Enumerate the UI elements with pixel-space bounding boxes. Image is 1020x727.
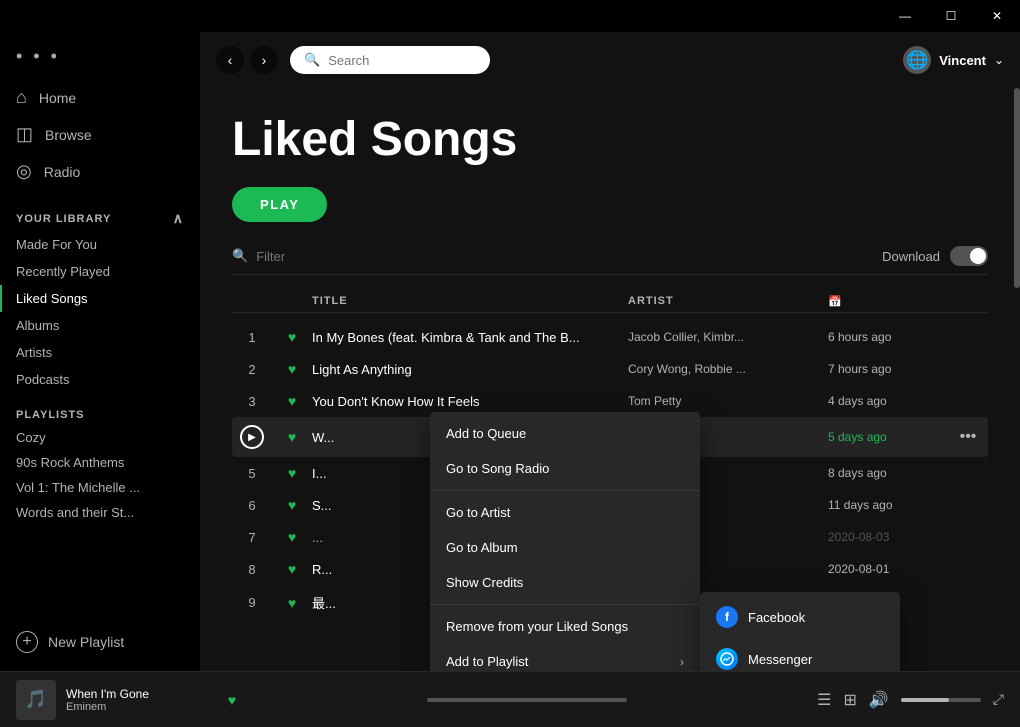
share-facebook[interactable]: f Facebook <box>700 596 900 638</box>
share-submenu: f Facebook Messenger 𝕏 Twitter <box>700 592 900 671</box>
playlists-section: PLAYLISTS Cozy 90s Rock Anthems Vol 1: T… <box>0 393 200 533</box>
close-button[interactable]: ✕ <box>974 0 1020 32</box>
sidebar-nav: ⌂ Home ◫ Browse ◎ Radio <box>0 75 200 194</box>
playlist-vol1[interactable]: Vol 1: The Michelle ... <box>0 475 200 500</box>
sidebar-browse-label: Browse <box>45 127 92 143</box>
context-add-playlist[interactable]: Add to Playlist › <box>430 644 700 671</box>
sidebar: • • • ⌂ Home ◫ Browse ◎ Radio YOUR LIBRA… <box>0 32 200 671</box>
sidebar-item-albums[interactable]: Albums <box>0 312 200 339</box>
maximize-button[interactable]: ☐ <box>928 0 974 32</box>
context-menu: Add to Queue Go to Song Radio Go to Arti… <box>430 412 700 671</box>
library-label: YOUR LIBRARY <box>16 213 111 225</box>
radio-icon: ◎ <box>16 161 32 182</box>
sidebar-item-made-for-you[interactable]: Made For You <box>0 231 200 258</box>
progress-bar[interactable] <box>427 698 627 702</box>
volume-slider[interactable] <box>901 698 981 702</box>
volume-fill <box>901 698 949 702</box>
context-go-artist[interactable]: Go to Artist <box>430 495 700 530</box>
album-art: 🎵 <box>16 680 56 720</box>
context-add-queue[interactable]: Add to Queue <box>430 416 700 451</box>
track-artist: Eminem <box>66 701 218 713</box>
context-divider <box>430 604 700 605</box>
playlists-label: PLAYLISTS <box>0 401 200 425</box>
context-divider <box>430 490 700 491</box>
playlist-words[interactable]: Words and their St... <box>0 500 200 525</box>
bottom-controls: ☰ ⊞ 🔊 ⤢ <box>817 690 1004 710</box>
app-body: • • • ⌂ Home ◫ Browse ◎ Radio YOUR LIBRA… <box>0 32 1020 671</box>
library-collapse-arrow[interactable]: ∧ <box>173 210 184 227</box>
context-remove-liked[interactable]: Remove from your Liked Songs <box>430 609 700 644</box>
context-song-radio[interactable]: Go to Song Radio <box>430 451 700 486</box>
new-playlist-icon: + <box>16 631 38 653</box>
playlist-90s-rock[interactable]: 90s Rock Anthems <box>0 450 200 475</box>
sidebar-item-podcasts[interactable]: Podcasts <box>0 366 200 393</box>
minimize-button[interactable]: — <box>882 0 928 32</box>
share-messenger[interactable]: Messenger <box>700 638 900 671</box>
sidebar-item-browse[interactable]: ◫ Browse <box>0 116 200 153</box>
volume-icon[interactable]: 🔊 <box>869 690 889 710</box>
now-playing: 🎵 When I'm Gone Eminem ♥ <box>16 680 236 720</box>
sidebar-radio-label: Radio <box>44 164 81 180</box>
home-icon: ⌂ <box>16 87 27 108</box>
playback-controls <box>248 698 805 702</box>
submenu-arrow-icon: › <box>680 655 684 669</box>
browse-icon: ◫ <box>16 124 33 145</box>
sidebar-home-label: Home <box>39 90 76 106</box>
menu-dots[interactable]: • • • <box>0 32 200 75</box>
new-playlist-label: New Playlist <box>48 634 124 650</box>
sidebar-item-radio[interactable]: ◎ Radio <box>0 153 200 190</box>
bottom-bar: 🎵 When I'm Gone Eminem ♥ ☰ ⊞ 🔊 ⤢ <box>0 671 1020 727</box>
sidebar-item-home[interactable]: ⌂ Home <box>0 79 200 116</box>
track-info: When I'm Gone Eminem <box>66 687 218 713</box>
now-playing-heart-icon[interactable]: ♥ <box>228 692 236 708</box>
sidebar-item-recently-played[interactable]: Recently Played <box>0 258 200 285</box>
library-section-header: YOUR LIBRARY ∧ <box>0 194 200 231</box>
devices-icon[interactable]: ⊞ <box>843 690 856 710</box>
track-name: When I'm Gone <box>66 687 218 701</box>
sidebar-item-artists[interactable]: Artists <box>0 339 200 366</box>
title-bar: — ☐ ✕ <box>0 0 1020 32</box>
messenger-icon <box>716 648 738 670</box>
context-go-album[interactable]: Go to Album <box>430 530 700 565</box>
facebook-icon: f <box>716 606 738 628</box>
queue-icon[interactable]: ☰ <box>817 690 831 710</box>
new-playlist-button[interactable]: + New Playlist <box>0 621 200 663</box>
expand-icon[interactable]: ⤢ <box>993 691 1004 708</box>
playlist-cozy[interactable]: Cozy <box>0 425 200 450</box>
context-menu-overlay: Add to Queue Go to Song Radio Go to Arti… <box>200 32 1020 671</box>
main-content: ‹ › 🔍 🌐 Vincent ⌄ Liked Songs PLAY 🔍 <box>200 32 1020 671</box>
context-show-credits[interactable]: Show Credits <box>430 565 700 600</box>
sidebar-item-liked-songs[interactable]: Liked Songs <box>0 285 200 312</box>
